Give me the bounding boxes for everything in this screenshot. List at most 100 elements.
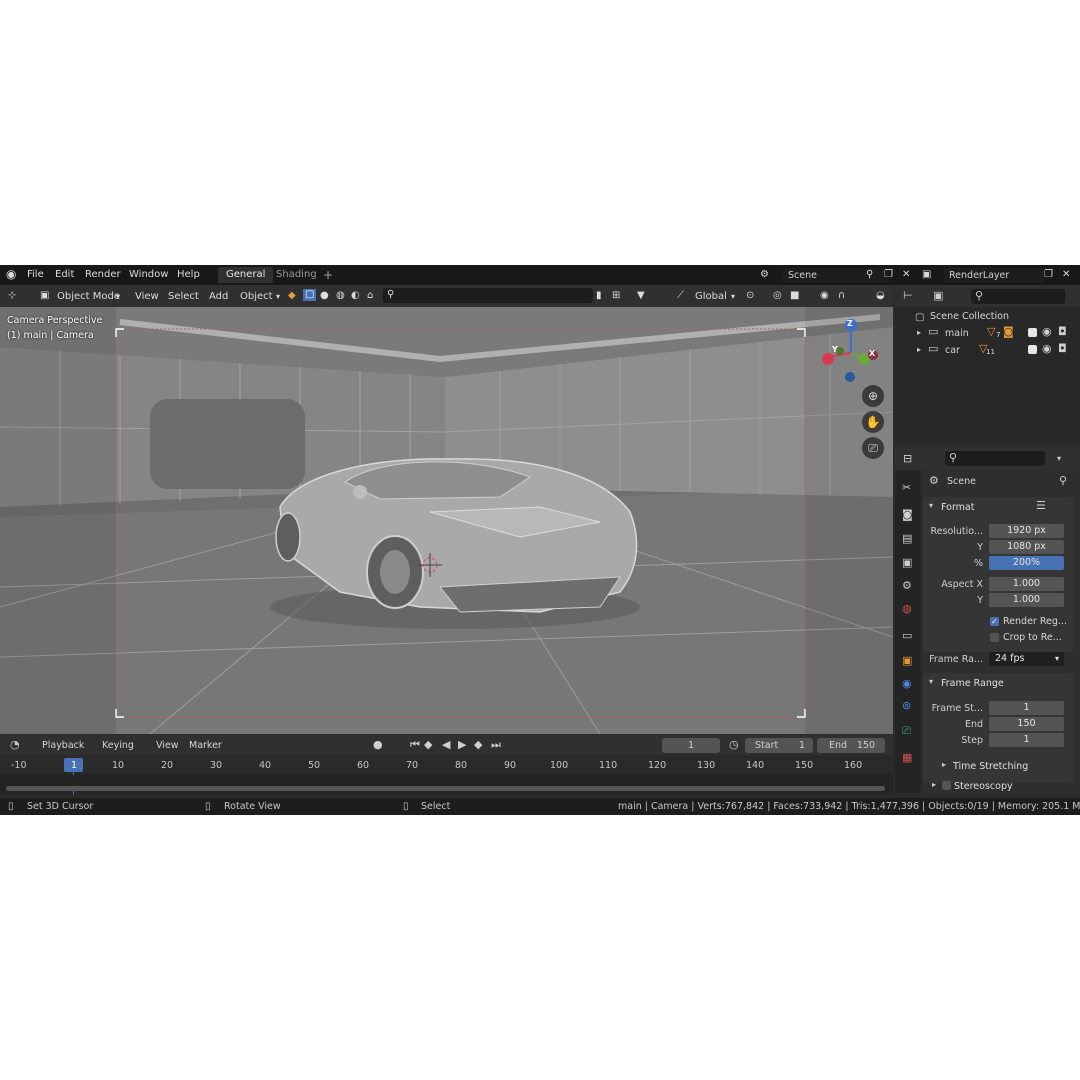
viewport-scene[interactable] [0, 307, 893, 734]
render-tab-icon[interactable]: ◙ [902, 509, 913, 521]
chevron-down-icon[interactable]: ▾ [929, 500, 933, 512]
proportional-edit-icon[interactable]: ◉ [820, 290, 829, 302]
delete-scene-icon[interactable]: ✕ [902, 269, 910, 281]
exclude-checkbox[interactable] [1028, 345, 1037, 354]
object-tab-icon[interactable]: ▣ [902, 655, 912, 667]
resolution-y-field[interactable]: 1080 px [989, 540, 1064, 554]
world-tab-icon[interactable]: ◍ [902, 603, 912, 615]
3d-viewport[interactable]: Camera Perspective (1) main | Camera Z Y… [0, 307, 893, 734]
texture-tab-icon[interactable]: ▦ [902, 752, 912, 764]
crop-region-checkbox[interactable] [990, 633, 999, 642]
render-camera-icon[interactable]: ◘ [1058, 326, 1067, 338]
stopwatch-icon[interactable]: ◷ [729, 739, 739, 751]
next-keyframe-icon[interactable]: ◆ [474, 739, 482, 751]
chevron-down-icon[interactable]: ▾ [1057, 453, 1061, 465]
outliner-search-input[interactable]: ⚲ [971, 289, 1065, 304]
menu-edit[interactable]: Edit [55, 269, 74, 280]
chevron-down-icon[interactable]: ▾ [929, 676, 933, 688]
frame-step-field[interactable]: 1 [989, 733, 1064, 747]
navigation-gizmo[interactable]: Z Y X [818, 315, 884, 385]
menu-help[interactable]: Help [177, 269, 200, 280]
snap-icon[interactable]: ◎ [773, 290, 782, 302]
select-box-icon[interactable]: ◆ [288, 290, 296, 302]
hierarchy-icon[interactable]: ⊞ [612, 290, 620, 302]
new-scene-icon[interactable]: ❐ [884, 269, 893, 281]
gizmo-x-label[interactable]: X [869, 349, 875, 358]
render-region-checkbox[interactable]: ✓ [990, 617, 999, 626]
tab-shading[interactable]: Shading [268, 267, 325, 283]
editor-type-icon[interactable]: ⊹ [8, 290, 16, 302]
start-frame-field[interactable]: Start 1 [745, 738, 813, 753]
output-tab-icon[interactable]: ▤ [902, 533, 912, 545]
new-view-layer-icon[interactable]: ❐ [1044, 269, 1053, 281]
tab-general[interactable]: General [218, 267, 274, 283]
outliner-row-car[interactable]: ▸ ▭ car ▽ 11 ◉ ◘ [895, 342, 1080, 358]
transform-orientation-dropdown[interactable]: Global [695, 291, 727, 302]
outliner-row-main[interactable]: ▸ ▭ main ▽ 7 ◙ ◉ ◘ [895, 325, 1080, 341]
select-mode-icon[interactable]: ▢ [303, 289, 317, 301]
shading-rendered-icon[interactable]: ◐ [351, 290, 360, 302]
menu-marker[interactable]: Marker [189, 740, 222, 751]
shading-solid-icon[interactable]: ● [320, 290, 329, 302]
aspect-y-field[interactable]: 1.000 [989, 593, 1064, 607]
scene-collection-label[interactable]: Scene Collection [930, 311, 1009, 322]
snap-target-icon[interactable]: ■ [790, 290, 799, 302]
add-workspace-button[interactable]: + [323, 268, 333, 282]
physics-tab-icon[interactable]: ◉ [902, 678, 912, 690]
delete-view-layer-icon[interactable]: ✕ [1062, 269, 1070, 281]
visibility-icon[interactable]: ◒ [876, 290, 885, 302]
stereoscopy-header[interactable]: Stereoscopy [954, 781, 1013, 792]
pin-icon[interactable]: ⚲ [866, 269, 873, 281]
editor-type-icon[interactable]: ⊟ [903, 453, 912, 465]
pan-hand-icon[interactable]: ✋ [862, 411, 884, 433]
constraints-tab-icon[interactable]: ⊚ [902, 700, 911, 712]
menu-add[interactable]: Add [209, 291, 228, 302]
gizmo-z-label[interactable]: Z [847, 319, 853, 328]
menu-render[interactable]: Render [85, 269, 121, 280]
editor-type-icon[interactable]: ◔ [10, 739, 20, 751]
presets-list-icon[interactable]: ☰ [1036, 500, 1046, 512]
time-stretching-header[interactable]: Time Stretching [953, 761, 1028, 772]
stereoscopy-checkbox[interactable] [942, 781, 951, 790]
menu-view[interactable]: View [135, 291, 159, 302]
frame-range-header[interactable]: Frame Range [941, 678, 1004, 689]
overlay-icon[interactable]: ⌂ [367, 290, 373, 302]
exclude-checkbox[interactable] [1028, 328, 1037, 337]
crop-region-label[interactable]: Crop to Re... [1003, 632, 1062, 643]
render-camera-icon[interactable]: ◘ [1058, 343, 1067, 355]
eye-icon[interactable]: ◉ [1042, 343, 1052, 355]
car-model[interactable] [270, 458, 640, 629]
filter-icon[interactable]: ▼ [637, 290, 645, 302]
aspect-x-field[interactable]: 1.000 [989, 577, 1064, 591]
menu-select[interactable]: Select [168, 291, 199, 302]
scene-icon[interactable]: ⚙ [760, 269, 769, 281]
resolution-percent-slider[interactable]: 200% [989, 556, 1064, 570]
blender-logo-icon[interactable]: ◉ [6, 268, 16, 280]
menu-window[interactable]: Window [129, 269, 168, 280]
eye-icon[interactable]: ◉ [1042, 326, 1052, 338]
timeline-scrollbar[interactable] [6, 786, 885, 791]
editor-type-icon[interactable]: ⊢ [903, 290, 913, 302]
frame-rate-dropdown[interactable]: 24 fps ▾ [989, 652, 1064, 666]
display-mode-icon[interactable]: ▣ [933, 290, 943, 302]
chevron-right-icon[interactable]: ▸ [932, 779, 936, 791]
play-reverse-icon[interactable]: ◀ [442, 739, 450, 751]
menu-object[interactable]: Object [240, 291, 273, 302]
view-layer-selector[interactable]: RenderLayer [943, 268, 1044, 283]
pin-icon[interactable]: ⚲ [1059, 475, 1067, 487]
render-region-label[interactable]: Render Reg... [1003, 616, 1067, 627]
prev-keyframe-icon[interactable]: ◆ [424, 739, 432, 751]
jump-end-icon[interactable]: ⏭ [491, 739, 501, 751]
collection-tab-icon[interactable]: ▭ [902, 630, 912, 642]
frame-start-field[interactable]: 1 [989, 701, 1064, 715]
collection-name[interactable]: main [945, 328, 969, 339]
menu-playback[interactable]: Playback [42, 740, 84, 751]
tool-tab-icon[interactable]: ✂ [902, 482, 911, 494]
scene-tab-icon[interactable]: ⚙ [902, 580, 912, 592]
view-layer-tab-icon[interactable]: ▣ [902, 557, 912, 569]
end-frame-field[interactable]: End 150 [817, 738, 885, 753]
menu-keying[interactable]: Keying [102, 740, 134, 751]
bookmark-icon[interactable]: ▮ [596, 290, 602, 302]
viewport-search-input[interactable]: ⚲ [383, 288, 593, 303]
record-icon[interactable]: ● [373, 739, 383, 751]
